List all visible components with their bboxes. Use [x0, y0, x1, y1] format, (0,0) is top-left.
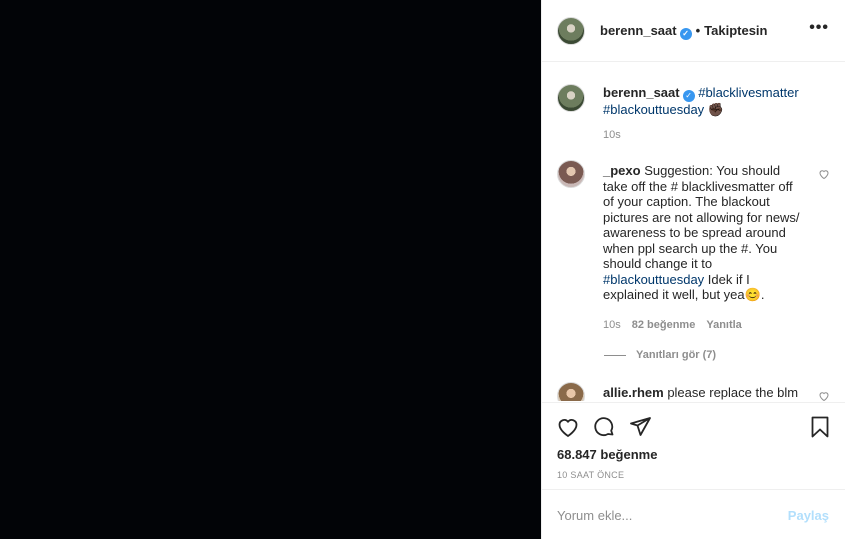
caption-meta: 10s	[603, 129, 632, 141]
following-button[interactable]: Takiptesin	[704, 23, 767, 38]
divider	[604, 354, 626, 356]
header-user-line: berenn_saat ✓ • Takiptesin	[600, 23, 768, 40]
hashtag-link[interactable]: #blackouttuesday	[603, 102, 704, 117]
verified-badge-icon: ✓	[679, 28, 692, 40]
avatar[interactable]	[557, 84, 585, 112]
hashtag-link[interactable]: #blacklivesmatter	[698, 85, 798, 100]
post-time[interactable]: 10 SAAT ÖNCE	[557, 470, 624, 480]
post-image-black[interactable]	[0, 0, 541, 539]
comment-body: Suggestion: You should take off the # bl…	[603, 163, 800, 271]
comment-like-heart-icon[interactable]	[818, 168, 830, 180]
save-bookmark-icon[interactable]	[808, 415, 832, 439]
post-actions: 68.847 beğenme 10 SAAT ÖNCE	[542, 402, 845, 488]
add-comment-bar: Paylaş	[542, 489, 845, 539]
verified-badge-icon: ✓	[682, 90, 695, 102]
avatar[interactable]	[557, 160, 585, 188]
comment-like-heart-icon[interactable]	[818, 390, 830, 401]
view-replies-label: Yanıtları gör (7)	[636, 349, 717, 361]
comment-username[interactable]: allie.rhem	[603, 385, 664, 400]
hashtag-link[interactable]: #blackouttuesday	[603, 272, 704, 287]
share-send-icon[interactable]	[628, 415, 652, 439]
comment-text: _pexo Suggestion: You should take off th…	[603, 163, 803, 303]
likes-count[interactable]: 68.847 beğenme	[557, 447, 657, 462]
post-dialog: berenn_saat ✓ • Takiptesin ••• berenn_saat ✓…	[0, 0, 845, 539]
view-replies-button[interactable]: Yanıtları gör (7)	[604, 349, 716, 361]
comment-likes[interactable]: 82 beğenme	[632, 319, 696, 331]
caption-text: berenn_saat ✓ #blacklivesmatter #blackout…	[603, 85, 833, 118]
fist-emoji: ✊🏿	[707, 102, 724, 117]
caption-username[interactable]: berenn_saat	[603, 85, 680, 100]
avatar[interactable]	[557, 382, 585, 401]
post-comment-button[interactable]: Paylaş	[788, 508, 829, 523]
comment-bubble-icon[interactable]	[592, 415, 616, 439]
header-username[interactable]: berenn_saat	[600, 23, 677, 38]
post-header: berenn_saat ✓ • Takiptesin •••	[542, 0, 845, 62]
comment-meta: 10s 82 beğenme Yanıtla	[603, 319, 753, 331]
caption-time[interactable]: 10s	[603, 129, 621, 141]
comments-list[interactable]: berenn_saat ✓ #blacklivesmatter #blackout…	[542, 63, 845, 401]
comment-time[interactable]: 10s	[603, 319, 621, 331]
avatar[interactable]	[557, 17, 585, 45]
like-heart-icon[interactable]	[556, 415, 580, 439]
separator-dot: •	[695, 23, 701, 38]
reply-button[interactable]: Yanıtla	[706, 319, 741, 331]
comment-username[interactable]: _pexo	[603, 163, 641, 178]
comment-text: allie.rhem please replace the blm	[603, 385, 803, 401]
comment-body: please replace the blm	[663, 385, 799, 400]
comment-input[interactable]	[557, 504, 777, 526]
more-options-icon[interactable]: •••	[809, 19, 829, 37]
post-side-panel: berenn_saat ✓ • Takiptesin ••• berenn_saat ✓…	[541, 0, 845, 539]
